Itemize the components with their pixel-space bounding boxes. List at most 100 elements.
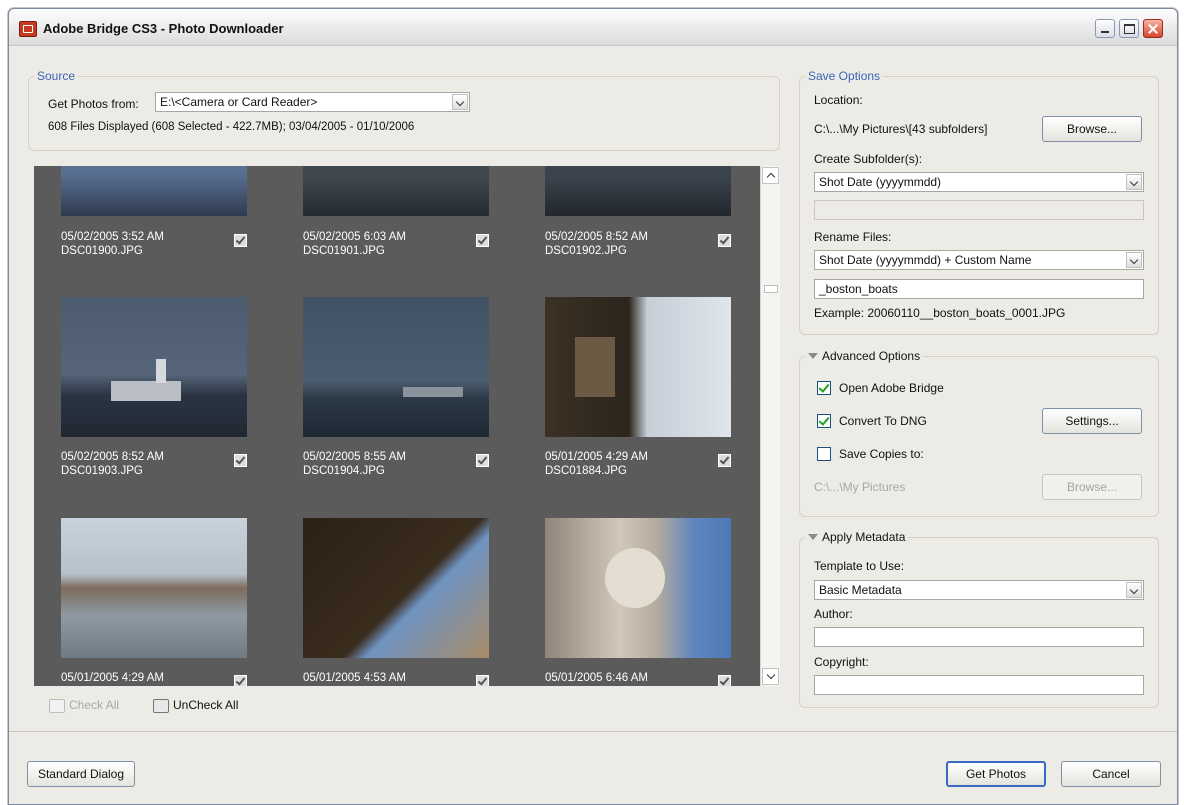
author-input[interactable] bbox=[814, 627, 1144, 647]
author-label: Author: bbox=[814, 607, 853, 621]
thumbnail-image[interactable] bbox=[545, 297, 731, 437]
copyright-label: Copyright: bbox=[814, 655, 869, 669]
thumbnail-caption: 05/01/2005 4:53 AM bbox=[303, 671, 489, 686]
save-options-legend: Save Options bbox=[808, 69, 881, 83]
rename-files-value: Shot Date (yyyymmdd) + Custom Name bbox=[819, 253, 1032, 267]
dng-settings-button[interactable]: Settings... bbox=[1042, 408, 1142, 434]
thumbnail-image[interactable] bbox=[61, 297, 247, 437]
open-adobe-bridge-label: Open Adobe Bridge bbox=[839, 381, 944, 395]
thumbnail-image[interactable] bbox=[61, 166, 247, 216]
location-label: Location: bbox=[814, 93, 863, 107]
expand-triangle-icon[interactable] bbox=[808, 353, 818, 359]
thumbnail-caption: 05/01/2005 4:29 AM DSC01884.JPG bbox=[545, 450, 731, 478]
chevron-down-icon[interactable] bbox=[1126, 252, 1142, 268]
check-all-button[interactable]: Check All bbox=[49, 698, 119, 713]
thumbnail-checkbox[interactable] bbox=[476, 675, 489, 686]
thumbnail-checkbox[interactable] bbox=[476, 454, 489, 467]
thumbnail-checkbox[interactable] bbox=[718, 234, 731, 247]
thumbnail-filename: DSC01884.JPG bbox=[545, 465, 627, 477]
thumbnail-datetime: 05/02/2005 3:52 AM bbox=[61, 231, 164, 243]
gallery-scrollbar[interactable] bbox=[760, 166, 780, 686]
thumbnail-filename: DSC01903.JPG bbox=[61, 465, 143, 477]
create-subfolder-select[interactable]: Shot Date (yyyymmdd) bbox=[814, 172, 1144, 192]
thumbnail-datetime: 05/01/2005 4:53 AM bbox=[303, 672, 406, 684]
thumbnail-datetime: 05/01/2005 4:29 AM bbox=[545, 451, 648, 463]
thumbnail-checkbox[interactable] bbox=[234, 454, 247, 467]
thumbnail-datetime: 05/02/2005 8:55 AM bbox=[303, 451, 406, 463]
rename-example: Example: 20060110__boston_boats_0001.JPG bbox=[814, 306, 1066, 320]
advanced-options-legend[interactable]: Advanced Options bbox=[805, 349, 923, 363]
thumbnail-caption: 05/01/2005 4:29 AM bbox=[61, 671, 247, 686]
thumbnail-filename: DSC01900.JPG bbox=[61, 245, 143, 257]
building-shape bbox=[575, 337, 615, 397]
open-adobe-bridge-checkbox[interactable] bbox=[817, 381, 831, 395]
convert-to-dng-checkbox[interactable] bbox=[817, 414, 831, 428]
thumbnail-datetime: 05/01/2005 6:46 AM bbox=[545, 672, 648, 684]
copyright-input[interactable] bbox=[814, 675, 1144, 695]
ship-funnel-shape bbox=[156, 359, 166, 383]
thumbnail-datetime: 05/02/2005 6:03 AM bbox=[303, 231, 406, 243]
thumbnail-filename: DSC01904.JPG bbox=[303, 465, 385, 477]
apply-metadata-title: Apply Metadata bbox=[822, 530, 906, 544]
rename-files-label: Rename Files: bbox=[814, 230, 892, 244]
title-bar[interactable]: Adobe Bridge CS3 - Photo Downloader bbox=[9, 9, 1177, 46]
window-title: Adobe Bridge CS3 - Photo Downloader bbox=[43, 21, 284, 36]
check-all-icon bbox=[49, 698, 65, 713]
save-copies-path: C:\...\My Pictures bbox=[814, 480, 906, 494]
adobe-bridge-app-icon bbox=[19, 21, 37, 37]
chevron-down-icon[interactable] bbox=[1126, 582, 1142, 598]
apply-metadata-legend[interactable]: Apply Metadata bbox=[805, 530, 908, 544]
footer-divider bbox=[9, 731, 1177, 732]
uncheck-all-icon bbox=[153, 698, 169, 713]
maximize-button[interactable] bbox=[1119, 19, 1139, 38]
template-label: Template to Use: bbox=[814, 559, 905, 573]
scroll-thumb[interactable] bbox=[764, 285, 778, 293]
cancel-button[interactable]: Cancel bbox=[1061, 761, 1161, 787]
uncheck-all-button[interactable]: UnCheck All bbox=[153, 698, 238, 713]
subfolder-custom-input[interactable] bbox=[814, 200, 1144, 220]
thumbnail-image[interactable] bbox=[545, 166, 731, 216]
save-copies-browse-button[interactable]: Browse... bbox=[1042, 474, 1142, 500]
thumbnail-caption: 05/01/2005 6:46 AM bbox=[545, 671, 731, 686]
get-photos-button[interactable]: Get Photos bbox=[946, 761, 1046, 787]
thumbnail-image[interactable] bbox=[545, 518, 731, 658]
scroll-up-button[interactable] bbox=[762, 167, 779, 184]
chevron-down-icon[interactable] bbox=[1126, 174, 1142, 190]
close-button[interactable] bbox=[1143, 19, 1163, 38]
dome-shape bbox=[605, 548, 665, 608]
thumbnail-datetime: 05/02/2005 8:52 AM bbox=[545, 231, 648, 243]
create-subfolder-label: Create Subfolder(s): bbox=[814, 152, 923, 166]
scroll-down-button[interactable] bbox=[762, 668, 779, 685]
rename-files-select[interactable]: Shot Date (yyyymmdd) + Custom Name bbox=[814, 250, 1144, 270]
thumbnail-checkbox[interactable] bbox=[718, 675, 731, 686]
ship-shape bbox=[111, 381, 181, 401]
thumbnail-image[interactable] bbox=[303, 518, 489, 658]
save-copies-label: Save Copies to: bbox=[839, 447, 924, 461]
chevron-down-icon[interactable] bbox=[452, 94, 468, 110]
location-browse-button[interactable]: Browse... bbox=[1042, 116, 1142, 142]
save-copies-checkbox[interactable] bbox=[817, 447, 831, 461]
thumbnail-checkbox[interactable] bbox=[476, 234, 489, 247]
thumbnail-checkbox[interactable] bbox=[718, 454, 731, 467]
thumbnail-filename: DSC01902.JPG bbox=[545, 245, 627, 257]
thumbnail-caption: 05/02/2005 8:52 AM DSC01902.JPG bbox=[545, 230, 731, 258]
custom-name-input[interactable]: _boston_boats bbox=[814, 279, 1144, 299]
thumbnail-checkbox[interactable] bbox=[234, 675, 247, 686]
thumbnail-checkbox[interactable] bbox=[234, 234, 247, 247]
check-all-label: Check All bbox=[69, 698, 120, 712]
expand-triangle-icon[interactable] bbox=[808, 534, 818, 540]
thumbnail-image[interactable] bbox=[303, 166, 489, 216]
thumbnail-gallery[interactable]: 05/02/2005 3:52 AM DSC01900.JPG 05/02/20… bbox=[34, 166, 760, 686]
get-photos-from-select[interactable]: E:\<Camera or Card Reader> bbox=[155, 92, 470, 112]
minimize-button[interactable] bbox=[1095, 19, 1115, 38]
skyline-shape bbox=[403, 387, 463, 397]
thumbnail-image[interactable] bbox=[61, 518, 247, 658]
template-select[interactable]: Basic Metadata bbox=[814, 580, 1144, 600]
thumbnail-datetime: 05/01/2005 4:29 AM bbox=[61, 672, 164, 684]
files-displayed-info: 608 Files Displayed (608 Selected - 422.… bbox=[48, 121, 415, 133]
standard-dialog-button[interactable]: Standard Dialog bbox=[27, 761, 135, 787]
convert-to-dng-label: Convert To DNG bbox=[839, 414, 927, 428]
thumbnail-image[interactable] bbox=[303, 297, 489, 437]
thumbnail-datetime: 05/02/2005 8:52 AM bbox=[61, 451, 164, 463]
thumbnail-caption: 05/02/2005 6:03 AM DSC01901.JPG bbox=[303, 230, 489, 258]
